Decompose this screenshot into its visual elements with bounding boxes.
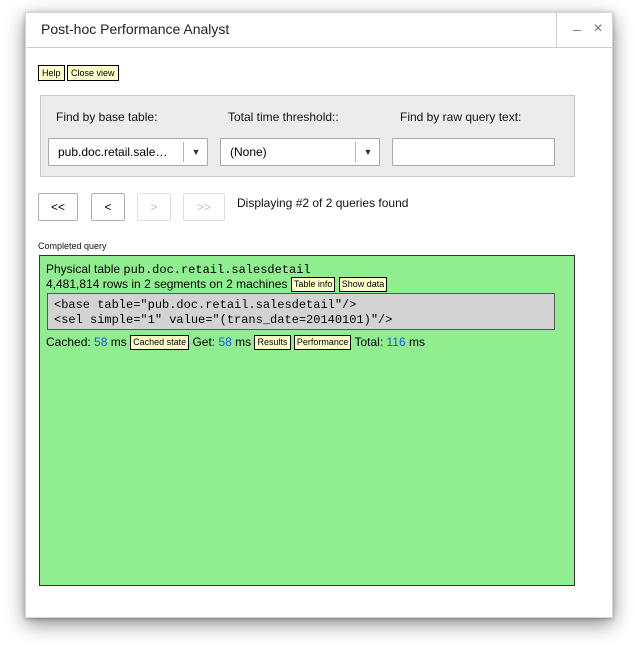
chevron-down-icon: ▼ xyxy=(191,147,201,157)
close-view-button[interactable]: Close view xyxy=(67,65,119,81)
base-table-label: Find by base table: xyxy=(56,110,158,124)
completed-query-panel: Physical table pub.doc.retail.salesdetai… xyxy=(39,255,575,586)
performance-button[interactable]: Performance xyxy=(293,335,352,350)
prev-page-button[interactable]: < xyxy=(91,193,125,221)
chevron-down-icon: ▼ xyxy=(363,147,373,157)
query-count-status: Displaying #2 of 2 queries found xyxy=(237,196,409,210)
cached-prefix: Cached: xyxy=(46,335,95,349)
get-ms-value: 58 xyxy=(218,335,232,349)
title-bar: Post-hoc Performance Analyst – × xyxy=(26,13,612,48)
base-table-select[interactable]: pub.doc.retail.sale… ▼ xyxy=(48,138,208,166)
show-data-button[interactable]: Show data xyxy=(338,277,388,292)
cached-state-button[interactable]: Cached state xyxy=(130,335,190,350)
xml-line-base: <base table="pub.doc.retail.salesdetail"… xyxy=(54,298,357,312)
app-window: Post-hoc Performance Analyst – × Help Cl… xyxy=(25,12,613,618)
physical-table-prefix: Physical table xyxy=(46,262,124,276)
last-page-button[interactable]: >> xyxy=(183,193,225,221)
timing-stats-line: Cached: 58 ms Cached state Get: 58 ms Re… xyxy=(46,335,425,350)
table-info-button[interactable]: Table info xyxy=(290,277,336,292)
results-button[interactable]: Results xyxy=(254,335,291,350)
cached-ms-value: 58 xyxy=(94,335,108,349)
total-ms-value: 116 xyxy=(386,335,406,349)
time-threshold-label: Total time threshold:: xyxy=(228,110,339,124)
physical-table-line: Physical table pub.doc.retail.salesdetai… xyxy=(46,262,311,277)
raw-query-label: Find by raw query text: xyxy=(400,110,522,124)
base-table-value: pub.doc.retail.sale… xyxy=(58,145,168,159)
ms-unit: ms xyxy=(231,335,255,349)
ms-unit-end: ms xyxy=(405,335,425,349)
rows-text: 4,481,814 rows in 2 segments on 2 machin… xyxy=(46,277,288,291)
time-threshold-select[interactable]: (None) ▼ xyxy=(220,138,380,166)
close-icon[interactable]: × xyxy=(591,21,605,37)
help-button[interactable]: Help xyxy=(38,65,65,81)
next-page-button[interactable]: > xyxy=(137,193,171,221)
get-prefix: Get: xyxy=(189,335,219,349)
table-name: pub.doc.retail.salesdetail xyxy=(123,263,311,277)
select-separator xyxy=(355,142,356,162)
total-prefix: Total: xyxy=(351,335,387,349)
rows-line: 4,481,814 rows in 2 segments on 2 machin… xyxy=(46,277,388,292)
window-title: Post-hoc Performance Analyst xyxy=(41,21,230,37)
xml-line-sel: <sel simple="1" value="(trans_date=20140… xyxy=(54,313,393,327)
filter-panel: Find by base table: Total time threshold… xyxy=(40,95,575,177)
minimize-icon[interactable]: – xyxy=(570,21,584,37)
ms-unit: ms xyxy=(107,335,131,349)
title-separator xyxy=(556,13,557,47)
first-page-button[interactable]: << xyxy=(38,193,78,221)
completed-query-label: Completed query xyxy=(38,241,107,251)
query-xml-box: <base table="pub.doc.retail.salesdetail"… xyxy=(47,293,555,330)
raw-query-input[interactable] xyxy=(392,138,555,166)
select-separator xyxy=(183,142,184,162)
time-threshold-value: (None) xyxy=(230,145,267,159)
